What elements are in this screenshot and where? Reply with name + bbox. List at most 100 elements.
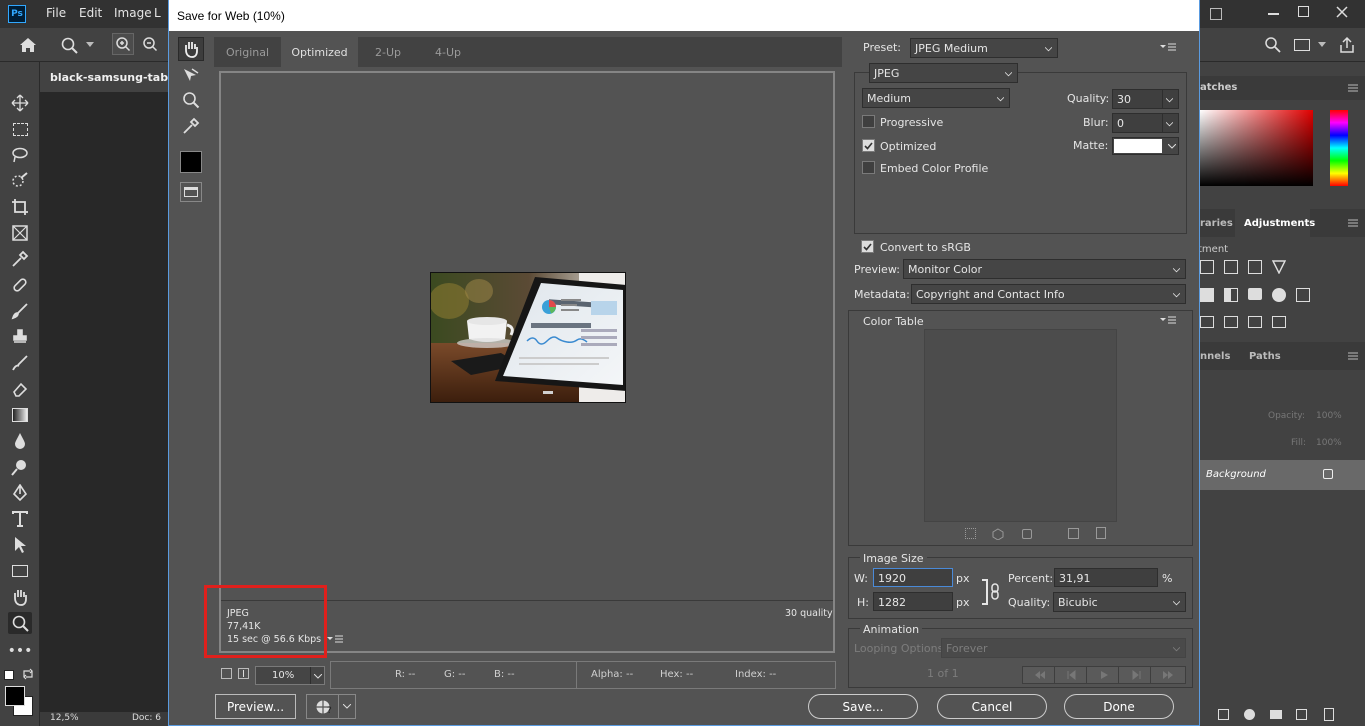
prev-frame-button[interactable] bbox=[1054, 666, 1090, 684]
tab-swatches[interactable]: atches bbox=[1200, 82, 1237, 93]
format-select[interactable]: JPEG bbox=[869, 63, 1018, 83]
tab-adjustments[interactable]: Adjustments bbox=[1244, 218, 1315, 229]
layer-row[interactable]: Background bbox=[1198, 460, 1365, 490]
zoom-in-icon[interactable] bbox=[112, 33, 134, 55]
crop-tool-icon[interactable] bbox=[8, 196, 32, 218]
preset-select[interactable]: JPEG Medium bbox=[910, 38, 1058, 58]
menu-layer[interactable]: L bbox=[154, 6, 161, 20]
panel-menu-icon[interactable] bbox=[1348, 219, 1358, 227]
eyedropper-color-swatch[interactable] bbox=[180, 151, 202, 173]
brush-tool-icon[interactable] bbox=[8, 300, 32, 322]
link-proportions-icon[interactable] bbox=[980, 578, 1002, 606]
resample-select[interactable]: Bicubic bbox=[1053, 592, 1186, 612]
levels-icon[interactable] bbox=[1224, 260, 1238, 274]
tab-original[interactable]: Original bbox=[214, 37, 281, 67]
document-tab[interactable]: black-samsung-tablet- bbox=[40, 62, 168, 92]
rectangle-tool-icon[interactable] bbox=[8, 560, 32, 582]
cube-icon[interactable] bbox=[992, 528, 1004, 540]
restore-icon[interactable] bbox=[1298, 6, 1309, 17]
swap-colors-icon[interactable] bbox=[22, 668, 34, 680]
window-tile-icon[interactable] bbox=[1210, 8, 1222, 20]
trash-icon[interactable] bbox=[1324, 708, 1334, 721]
lasso-tool-icon[interactable] bbox=[8, 144, 32, 166]
last-frame-button[interactable] bbox=[1150, 666, 1186, 684]
height-input[interactable]: 1282 bbox=[873, 592, 953, 611]
done-button[interactable]: Done bbox=[1064, 694, 1174, 719]
close-icon[interactable] bbox=[1336, 6, 1348, 18]
type-tool-icon[interactable] bbox=[8, 508, 32, 530]
foreground-color-swatch[interactable] bbox=[5, 686, 25, 706]
blur-input[interactable]: 0 bbox=[1112, 113, 1179, 133]
zoom-out-icon[interactable] bbox=[140, 34, 160, 54]
save-button[interactable]: Save... bbox=[808, 694, 918, 719]
quality-level-select[interactable]: Medium bbox=[862, 88, 1010, 108]
browser-preview-select[interactable]: ? bbox=[306, 694, 356, 719]
more-tools-icon[interactable]: ••• bbox=[8, 640, 33, 662]
panel-menu-icon[interactable] bbox=[1348, 352, 1358, 360]
optimized-checkbox[interactable] bbox=[862, 139, 875, 152]
zoom-in-button[interactable] bbox=[238, 668, 249, 679]
zoom-tool-icon[interactable] bbox=[60, 36, 80, 54]
lock-color-icon[interactable] bbox=[1022, 529, 1032, 539]
download-speed-menu-icon[interactable] bbox=[327, 635, 343, 644]
chevron-down-icon[interactable] bbox=[1318, 42, 1326, 48]
new-layer-icon[interactable] bbox=[1296, 709, 1307, 720]
photo-filter-icon[interactable] bbox=[1248, 288, 1262, 300]
vibrance-icon[interactable] bbox=[1200, 288, 1214, 302]
menu-image[interactable]: Image bbox=[114, 6, 152, 20]
tab-2-up[interactable]: 2-Up bbox=[358, 37, 418, 67]
threshold-icon[interactable] bbox=[1248, 316, 1262, 328]
metadata-select[interactable]: Copyright and Contact Info bbox=[911, 284, 1186, 304]
tab-paths[interactable]: Paths bbox=[1249, 351, 1281, 362]
opacity-value[interactable]: 100% bbox=[1316, 411, 1342, 421]
slice-select-icon[interactable] bbox=[178, 63, 204, 87]
tab-channels[interactable]: nnels bbox=[1200, 351, 1230, 362]
delete-color-icon[interactable] bbox=[1096, 527, 1106, 539]
gradient-tool-icon[interactable] bbox=[8, 404, 32, 426]
matte-select[interactable] bbox=[1112, 137, 1179, 155]
looping-select[interactable]: Forever bbox=[941, 638, 1186, 658]
stamp-tool-icon[interactable] bbox=[8, 326, 32, 348]
pen-tool-icon[interactable] bbox=[8, 482, 32, 504]
curves-icon[interactable] bbox=[1248, 260, 1262, 274]
healing-brush-icon[interactable] bbox=[8, 274, 32, 296]
brightness-icon[interactable] bbox=[1200, 260, 1214, 274]
toggle-slices-icon[interactable] bbox=[180, 182, 202, 202]
dodge-tool-icon[interactable] bbox=[8, 456, 32, 478]
default-colors-icon[interactable] bbox=[4, 670, 14, 680]
path-select-icon[interactable] bbox=[8, 534, 32, 556]
cancel-button[interactable]: Cancel bbox=[937, 694, 1047, 719]
menu-edit[interactable]: Edit bbox=[79, 6, 102, 20]
panel-menu-icon[interactable] bbox=[1348, 84, 1358, 92]
invert-icon[interactable] bbox=[1200, 316, 1214, 328]
width-input[interactable]: 1920 bbox=[873, 568, 953, 587]
marquee-tool-icon[interactable] bbox=[8, 118, 32, 140]
home-icon[interactable] bbox=[19, 37, 37, 53]
channel-mixer-icon[interactable] bbox=[1272, 288, 1286, 302]
color-lookup-icon[interactable] bbox=[1296, 288, 1310, 302]
black-white-icon[interactable] bbox=[1224, 288, 1238, 302]
group-icon[interactable] bbox=[1270, 710, 1282, 719]
preview-button[interactable]: Preview... bbox=[215, 694, 296, 719]
zoom-out-button[interactable] bbox=[221, 668, 232, 679]
zoom-tool-icon[interactable] bbox=[178, 88, 204, 112]
chevron-down-icon[interactable] bbox=[86, 42, 94, 48]
quality-input[interactable]: 30 bbox=[1112, 89, 1179, 109]
adjustment-layer-icon[interactable] bbox=[1244, 709, 1255, 720]
color-table-menu-icon[interactable] bbox=[1160, 316, 1176, 325]
embed-profile-checkbox[interactable] bbox=[862, 161, 875, 174]
convert-srgb-checkbox[interactable] bbox=[861, 240, 874, 253]
tab-4-up[interactable]: 4-Up bbox=[418, 37, 478, 67]
optimize-menu-icon[interactable] bbox=[1160, 43, 1176, 52]
hand-tool-icon[interactable] bbox=[8, 586, 32, 608]
progressive-checkbox[interactable] bbox=[862, 115, 875, 128]
zoom-tool-active-icon[interactable] bbox=[8, 612, 32, 634]
next-frame-button[interactable] bbox=[1118, 666, 1154, 684]
zoom-select[interactable]: 10% bbox=[255, 666, 325, 685]
exposure-icon[interactable] bbox=[1272, 260, 1286, 274]
fill-value[interactable]: 100% bbox=[1316, 438, 1342, 448]
new-color-icon[interactable] bbox=[1068, 528, 1079, 539]
eraser-tool-icon[interactable] bbox=[8, 378, 32, 400]
mask-icon[interactable] bbox=[1218, 709, 1229, 720]
frame-tool-icon[interactable] bbox=[8, 222, 32, 244]
